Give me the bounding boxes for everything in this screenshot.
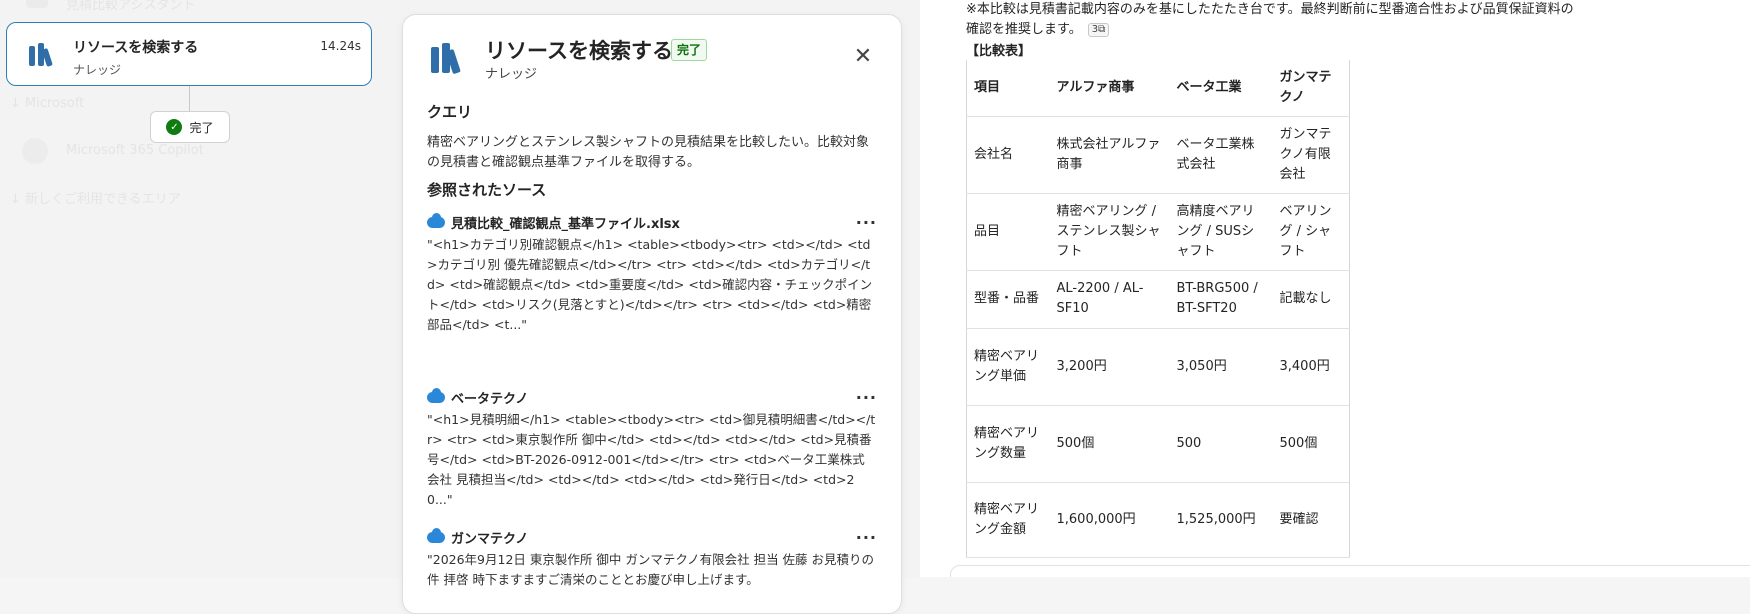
- disclaimer-note: ※本比較は見積書記載内容のみを基にしたたたき台です。最終判断前に型番適合性および…: [966, 0, 1576, 40]
- source-snippet: "<h1>カテゴリ別確認観点</h1> <table><tbody><tr> <…: [427, 237, 873, 332]
- table-cell: 500個: [1272, 405, 1350, 483]
- table-cell: 500: [1169, 405, 1273, 483]
- table-cell: 高精度ベアリング / SUSシャフト: [1169, 193, 1273, 271]
- more-options-icon[interactable]: ···: [856, 528, 877, 547]
- table-cell: 精密ベアリング単価: [966, 328, 1050, 406]
- table-cell: ベアリング / シャフト: [1272, 193, 1350, 271]
- table-cell: 3,050円: [1169, 328, 1273, 406]
- step-title: リソースを検索する: [73, 40, 199, 56]
- status-badge: 完了: [671, 39, 708, 61]
- source-name: ガンマテクノ: [451, 531, 529, 547]
- table-cell: BT-BRG500 / BT-SFT20: [1169, 270, 1273, 329]
- comparison-table: 項目 アルファ商事 ベータ工業 ガンマテクノ 会社名 株式会社アルファ商事 ベー…: [966, 60, 1350, 558]
- table-row: 品目 精密ベアリング / ステンレス製シャフト 高精度ベアリング / SUSシャ…: [966, 193, 1350, 271]
- table-cell: 500個: [1049, 405, 1170, 483]
- table-heading: 【比較表】: [966, 44, 1032, 59]
- more-options-icon[interactable]: ···: [856, 388, 877, 407]
- ghost-copilot-icon: [22, 138, 48, 164]
- onedrive-cloud-icon: [427, 527, 445, 543]
- table-cell: 1,600,000円: [1049, 482, 1170, 558]
- ghost-agent-icon: [26, 0, 48, 8]
- books-icon: [431, 43, 461, 75]
- column-header: アルファ商事: [1049, 60, 1170, 117]
- close-icon[interactable]: ✕: [851, 45, 875, 69]
- step-subtitle: ナレッジ: [73, 63, 122, 77]
- column-header: ガンマテクノ: [1272, 60, 1350, 117]
- status-pill[interactable]: ✓ 完了: [150, 111, 230, 143]
- table-row: 精密ベアリング金額 1,600,000円 1,525,000円 要確認: [966, 482, 1350, 558]
- table-cell: 精密ベアリング数量: [966, 405, 1050, 483]
- table-cell: 精密ベアリング金額: [966, 482, 1050, 558]
- table-row: 会社名 株式会社アルファ商事 ベータ工業株式会社 ガンマテクノ有限会社: [966, 116, 1350, 194]
- table-row: 型番・品番 AL-2200 / AL-SF10 BT-BRG500 / BT-S…: [966, 270, 1350, 329]
- table-cell: 品目: [966, 193, 1050, 271]
- query-text: 精密ベアリングとステンレス製シャフトの見積結果を比較したい。比較対象の見積書と確…: [427, 135, 870, 170]
- citation-number: 3: [1091, 23, 1099, 35]
- table-row: 精密ベアリング単価 3,200円 3,050円 3,400円: [966, 328, 1350, 406]
- panel-subtitle: ナレッジ: [485, 67, 538, 82]
- table-cell: AL-2200 / AL-SF10: [1049, 270, 1170, 329]
- status-label: 完了: [189, 120, 214, 135]
- table-cell: 3,400円: [1272, 328, 1350, 406]
- table-cell: ベータ工業株式会社: [1169, 116, 1273, 194]
- source-name: 見積比較_確認観点_基準ファイル.xlsx: [451, 216, 680, 232]
- detail-panel: リソースを検索する 完了 ナレッジ ✕ クエリ 精密ベアリングとステンレス製シャ…: [402, 14, 902, 614]
- ghost-section-label: ↓ 新しくご利用できるエリア: [10, 192, 181, 207]
- table-cell: 株式会社アルファ商事: [1049, 116, 1170, 194]
- flow-connector: [189, 86, 190, 112]
- panel-title: リソースを検索する: [485, 39, 673, 63]
- ghost-group-label: ↓ Microsoft: [10, 96, 85, 111]
- step-duration: 14.24s: [320, 39, 361, 53]
- table-cell: 会社名: [966, 116, 1050, 194]
- source-item[interactable]: ベータテクノ ··· "<h1>見積明細</h1> <table><tbody>…: [427, 387, 877, 510]
- table-cell: 記載なし: [1272, 270, 1350, 329]
- source-item[interactable]: 見積比較_確認観点_基準ファイル.xlsx ··· "<h1>カテゴリ別確認観点…: [427, 212, 877, 335]
- books-icon: [29, 43, 53, 67]
- sources-heading: 参照されたソース: [427, 181, 547, 199]
- more-options-icon[interactable]: ···: [856, 213, 877, 232]
- table-cell: 精密ベアリング / ステンレス製シャフト: [1049, 193, 1170, 271]
- citation-badge[interactable]: 3⧉: [1087, 22, 1110, 37]
- column-header: ベータ工業: [1169, 60, 1273, 117]
- table-cell: 1,525,000円: [1169, 482, 1273, 558]
- ghost-item-label: Microsoft 365 Copilot: [66, 143, 204, 158]
- note-text: ※本比較は見積書記載内容のみを基にしたたたき台です。最終判断前に型番適合性および…: [966, 2, 1574, 37]
- message-input-box[interactable]: [950, 565, 1750, 577]
- chat-response: ※本比較は見積書記載内容のみを基にしたたたき台です。最終判断前に型番適合性および…: [920, 0, 1750, 577]
- ghost-agent-title: 見積比較アシスタント: [66, 0, 196, 13]
- step-card-resource-search[interactable]: リソースを検索する ナレッジ 14.24s: [6, 22, 372, 86]
- check-circle-icon: ✓: [166, 119, 183, 135]
- table-cell: 3,200円: [1049, 328, 1170, 406]
- onedrive-cloud-icon: [427, 212, 445, 228]
- query-heading: クエリ: [427, 103, 473, 121]
- onedrive-cloud-icon: [427, 387, 445, 403]
- table-cell: ガンマテクノ有限会社: [1272, 116, 1350, 194]
- source-snippet: "<h1>見積明細</h1> <table><tbody><tr> <td>御見…: [427, 412, 876, 507]
- column-header: 項目: [966, 60, 1050, 117]
- source-snippet: "2026年9月12日 東京製作所 御中 ガンマテクノ有限会社 担当 佐藤 お見…: [427, 552, 875, 587]
- table-header-row: 項目 アルファ商事 ベータ工業 ガンマテクノ: [966, 60, 1350, 117]
- source-name: ベータテクノ: [451, 391, 529, 407]
- table-row: 精密ベアリング数量 500個 500 500個: [966, 405, 1350, 483]
- table-cell: 型番・品番: [966, 270, 1050, 329]
- table-cell: 要確認: [1272, 482, 1350, 558]
- source-item[interactable]: ガンマテクノ ··· "2026年9月12日 東京製作所 御中 ガンマテクノ有限…: [427, 527, 877, 590]
